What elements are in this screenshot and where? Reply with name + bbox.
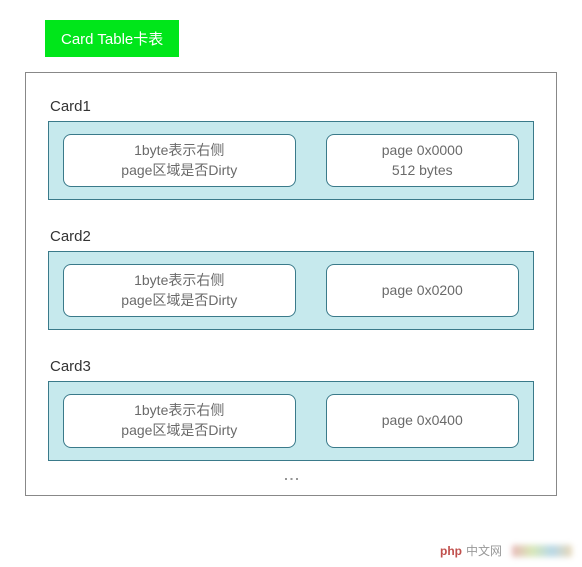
card-dirty-byte-box: 1byte表示右侧 page区域是否Dirty bbox=[63, 264, 296, 317]
card-dirty-byte-box: 1byte表示右侧 page区域是否Dirty bbox=[63, 134, 296, 187]
card-page-box: page 0x0400 bbox=[326, 394, 520, 447]
watermark-prefix: php bbox=[440, 544, 462, 558]
card-table-container: Card1 1byte表示右侧 page区域是否Dirty page 0x000… bbox=[25, 72, 557, 496]
card-group: Card1 1byte表示右侧 page区域是否Dirty page 0x000… bbox=[48, 98, 534, 200]
card-group: Card2 1byte表示右侧 page区域是否Dirty page 0x020… bbox=[48, 228, 534, 330]
card-label: Card3 bbox=[50, 358, 534, 375]
card-label: Card1 bbox=[50, 98, 534, 115]
card-label: Card2 bbox=[50, 228, 534, 245]
card-page-box: page 0x0200 bbox=[326, 264, 520, 317]
card-box: 1byte表示右侧 page区域是否Dirty page 0x0400 bbox=[48, 381, 534, 460]
watermark-blur bbox=[512, 545, 572, 557]
watermark: php 中文网 bbox=[440, 542, 572, 559]
watermark-text: 中文网 bbox=[466, 542, 502, 559]
title-badge: Card Table卡表 bbox=[45, 20, 179, 57]
card-page-box: page 0x0000 512 bytes bbox=[326, 134, 520, 187]
card-dirty-byte-box: 1byte表示右侧 page区域是否Dirty bbox=[63, 394, 296, 447]
ellipsis-icon: ⋮ bbox=[282, 471, 301, 485]
card-box: 1byte表示右侧 page区域是否Dirty page 0x0200 bbox=[48, 251, 534, 330]
card-box: 1byte表示右侧 page区域是否Dirty page 0x0000 512 … bbox=[48, 121, 534, 200]
card-group: Card3 1byte表示右侧 page区域是否Dirty page 0x040… bbox=[48, 358, 534, 460]
